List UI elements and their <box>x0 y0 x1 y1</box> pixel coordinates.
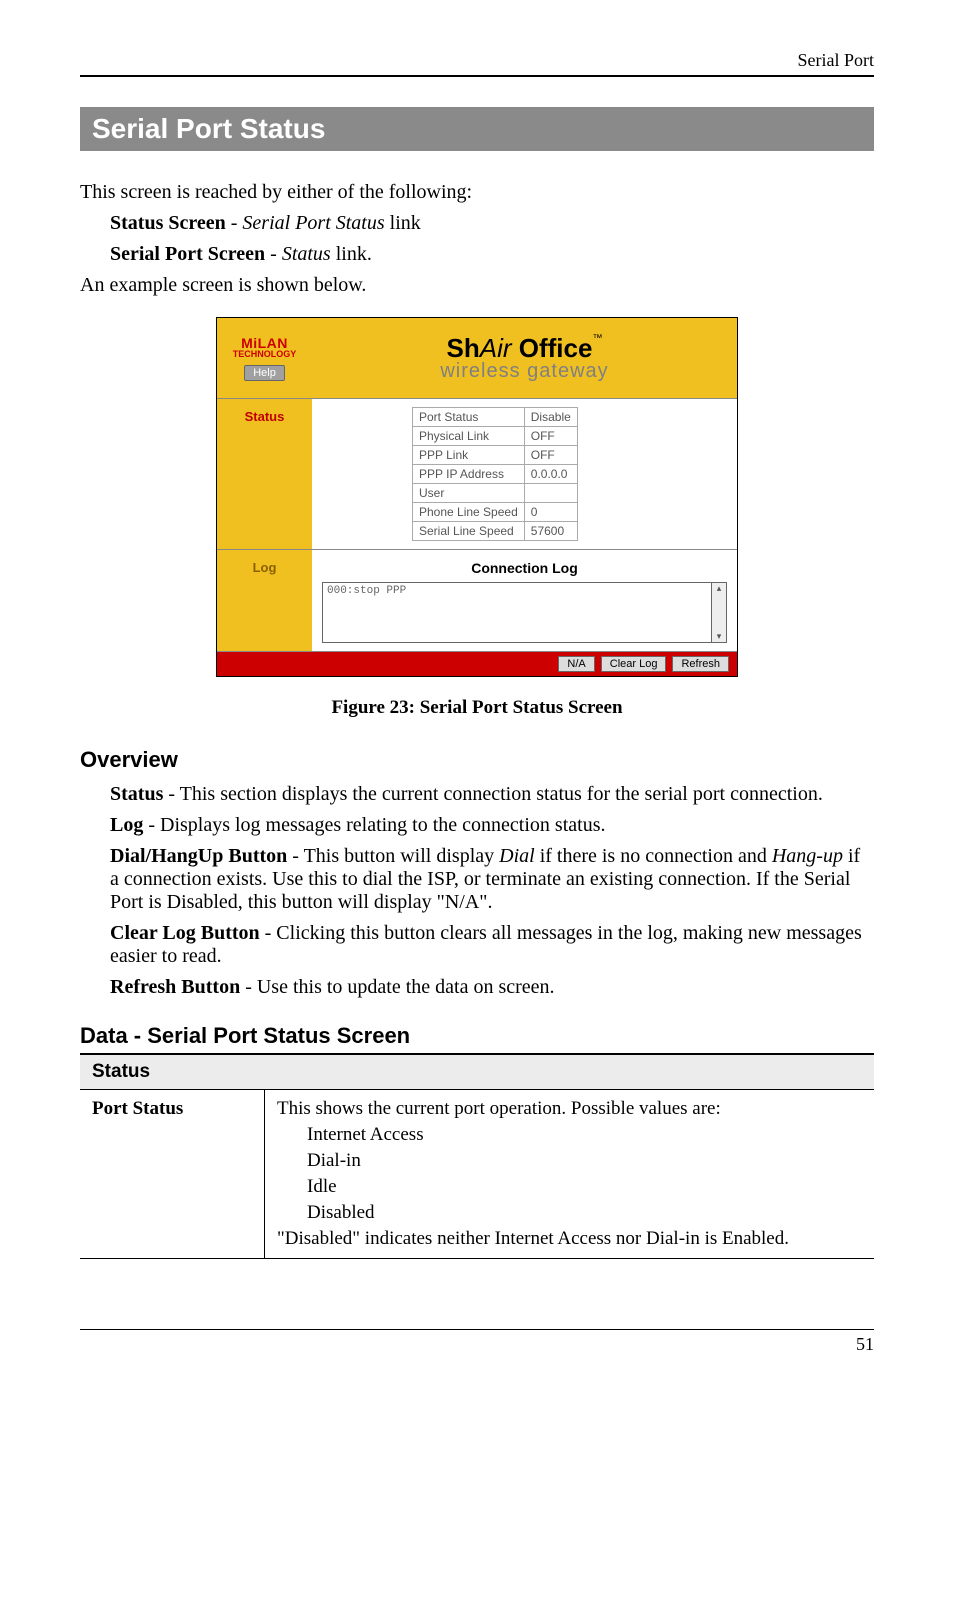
ov-text: - This section displays the current conn… <box>163 783 822 805</box>
scroll-up-icon[interactable]: ▴ <box>717 583 722 594</box>
section-title-bar: Serial Port Status <box>80 107 874 151</box>
list-item: Idle <box>307 1176 862 1198</box>
table-row: Port StatusDisable <box>413 408 578 427</box>
cell-value <box>524 484 577 503</box>
log-content: Connection Log 000:stop PPP ▴ ▾ <box>312 550 737 651</box>
scrollbar[interactable]: ▴ ▾ <box>712 582 727 643</box>
table-row: Physical LinkOFF <box>413 427 578 446</box>
milan-logo-sub: TECHNOLOGY <box>217 349 312 359</box>
table-row: Port Status This shows the current port … <box>80 1090 874 1259</box>
list-item: Disabled <box>307 1202 862 1224</box>
cell-value: 0.0.0.0 <box>524 465 577 484</box>
list-item: Dial-in <box>307 1150 862 1172</box>
row-value-list: Internet Access Dial-in Idle Disabled <box>307 1124 862 1224</box>
table-row: PPP LinkOFF <box>413 446 578 465</box>
footer-rule <box>80 1329 874 1330</box>
refresh-button[interactable]: Refresh <box>672 656 729 672</box>
na-button[interactable]: N/A <box>558 656 594 672</box>
table-row: Phone Line Speed0 <box>413 503 578 522</box>
figure-wrapper: MiLAN TECHNOLOGY Help ShAir Office™ wire… <box>80 317 874 677</box>
overview-item: Dial/HangUp Button - This button will di… <box>110 845 874 914</box>
ov-bold: Clear Log Button <box>110 922 260 944</box>
intro-bullet-1: Status Screen - Serial Port Status link <box>110 212 874 235</box>
intro-after: An example screen is shown below. <box>80 274 874 297</box>
table-row: Serial Line Speed57600 <box>413 522 578 541</box>
cell-label: User <box>413 484 525 503</box>
log-box-wrap: 000:stop PPP ▴ ▾ <box>322 582 727 643</box>
bullet-tail: link <box>385 212 421 234</box>
status-table: Port StatusDisable Physical LinkOFF PPP … <box>412 407 578 541</box>
overview-item: Clear Log Button - Clicking this button … <box>110 922 874 968</box>
ov-text: - Use this to update the data on screen. <box>240 976 554 998</box>
title-office: Office <box>512 333 593 363</box>
cell-label: Port Status <box>413 408 525 427</box>
bullet-ital: Serial Port Status <box>242 212 384 234</box>
intro-line: This screen is reached by either of the … <box>80 181 874 204</box>
trademark-icon: ™ <box>592 333 602 344</box>
connection-log-heading: Connection Log <box>322 560 727 576</box>
data-table: Status Port Status This shows the curren… <box>80 1053 874 1259</box>
data-row-desc: This shows the current port operation. P… <box>265 1090 875 1259</box>
overview-item: Refresh Button - Use this to update the … <box>110 976 874 999</box>
data-group-header: Status <box>80 1054 874 1090</box>
table-row: User <box>413 484 578 503</box>
title-sh: Sh <box>447 333 480 363</box>
ui-footer: N/A Clear Log Refresh <box>217 652 737 676</box>
log-textarea[interactable]: 000:stop PPP <box>322 582 712 643</box>
ui-status-row: Status Port StatusDisable Physical LinkO… <box>217 399 737 550</box>
ov-text: - Displays log messages relating to the … <box>143 814 605 836</box>
intro-bullet-2: Serial Port Screen - Status link. <box>110 243 874 266</box>
bullet-sep: - <box>265 243 282 265</box>
bullet-sep: - <box>226 212 243 234</box>
cell-label: Phone Line Speed <box>413 503 525 522</box>
bullet-tail: link. <box>331 243 372 265</box>
ov-prefix: - This button will display <box>287 845 499 867</box>
product-subtitle: wireless gateway <box>312 360 737 383</box>
cell-value: 0 <box>524 503 577 522</box>
data-row-label: Port Status <box>80 1090 265 1259</box>
figure-caption: Figure 23: Serial Port Status Screen <box>80 697 874 719</box>
ov-ital2: Hang-up <box>772 845 843 867</box>
table-row: PPP IP Address0.0.0.0 <box>413 465 578 484</box>
bullet-bold: Serial Port Screen <box>110 243 265 265</box>
ui-header-main: ShAir Office™ wireless gateway <box>312 333 737 383</box>
bullet-bold: Status Screen <box>110 212 226 234</box>
ov-bold: Refresh Button <box>110 976 240 998</box>
cell-label: Serial Line Speed <box>413 522 525 541</box>
cell-label: PPP IP Address <box>413 465 525 484</box>
row-tail: "Disabled" indicates neither Internet Ac… <box>277 1228 862 1250</box>
cell-value: 57600 <box>524 522 577 541</box>
cell-value: OFF <box>524 446 577 465</box>
cell-label: Physical Link <box>413 427 525 446</box>
ov-bold: Status <box>110 783 163 805</box>
status-content: Port StatusDisable Physical LinkOFF PPP … <box>312 399 737 549</box>
ov-bold: Log <box>110 814 143 836</box>
overview-item: Status - This section displays the curre… <box>110 783 874 806</box>
bullet-ital: Status <box>282 243 331 265</box>
data-heading: Data - Serial Port Status Screen <box>80 1023 874 1049</box>
overview-heading: Overview <box>80 747 874 773</box>
cell-label: PPP Link <box>413 446 525 465</box>
device-screenshot: MiLAN TECHNOLOGY Help ShAir Office™ wire… <box>216 317 738 677</box>
ov-mid: if there is no connection and <box>535 845 772 867</box>
overview-item: Log - Displays log messages relating to … <box>110 814 874 837</box>
clear-log-button[interactable]: Clear Log <box>601 656 667 672</box>
log-section-label: Log <box>217 550 312 651</box>
help-button[interactable]: Help <box>244 365 285 381</box>
scroll-down-icon[interactable]: ▾ <box>717 631 722 642</box>
row-intro: This shows the current port operation. P… <box>277 1098 862 1120</box>
page-number: 51 <box>80 1334 874 1355</box>
ui-log-row: Log Connection Log 000:stop PPP ▴ ▾ <box>217 550 737 652</box>
page-header: Serial Port <box>80 50 874 77</box>
ui-header-left: MiLAN TECHNOLOGY Help <box>217 335 312 381</box>
ov-bold: Dial/HangUp Button <box>110 845 287 867</box>
ov-ital1: Dial <box>499 845 535 867</box>
list-item: Internet Access <box>307 1124 862 1146</box>
ui-header: MiLAN TECHNOLOGY Help ShAir Office™ wire… <box>217 318 737 399</box>
cell-value: OFF <box>524 427 577 446</box>
status-section-label: Status <box>217 399 312 549</box>
cell-value: Disable <box>524 408 577 427</box>
title-air: Air <box>480 333 512 363</box>
